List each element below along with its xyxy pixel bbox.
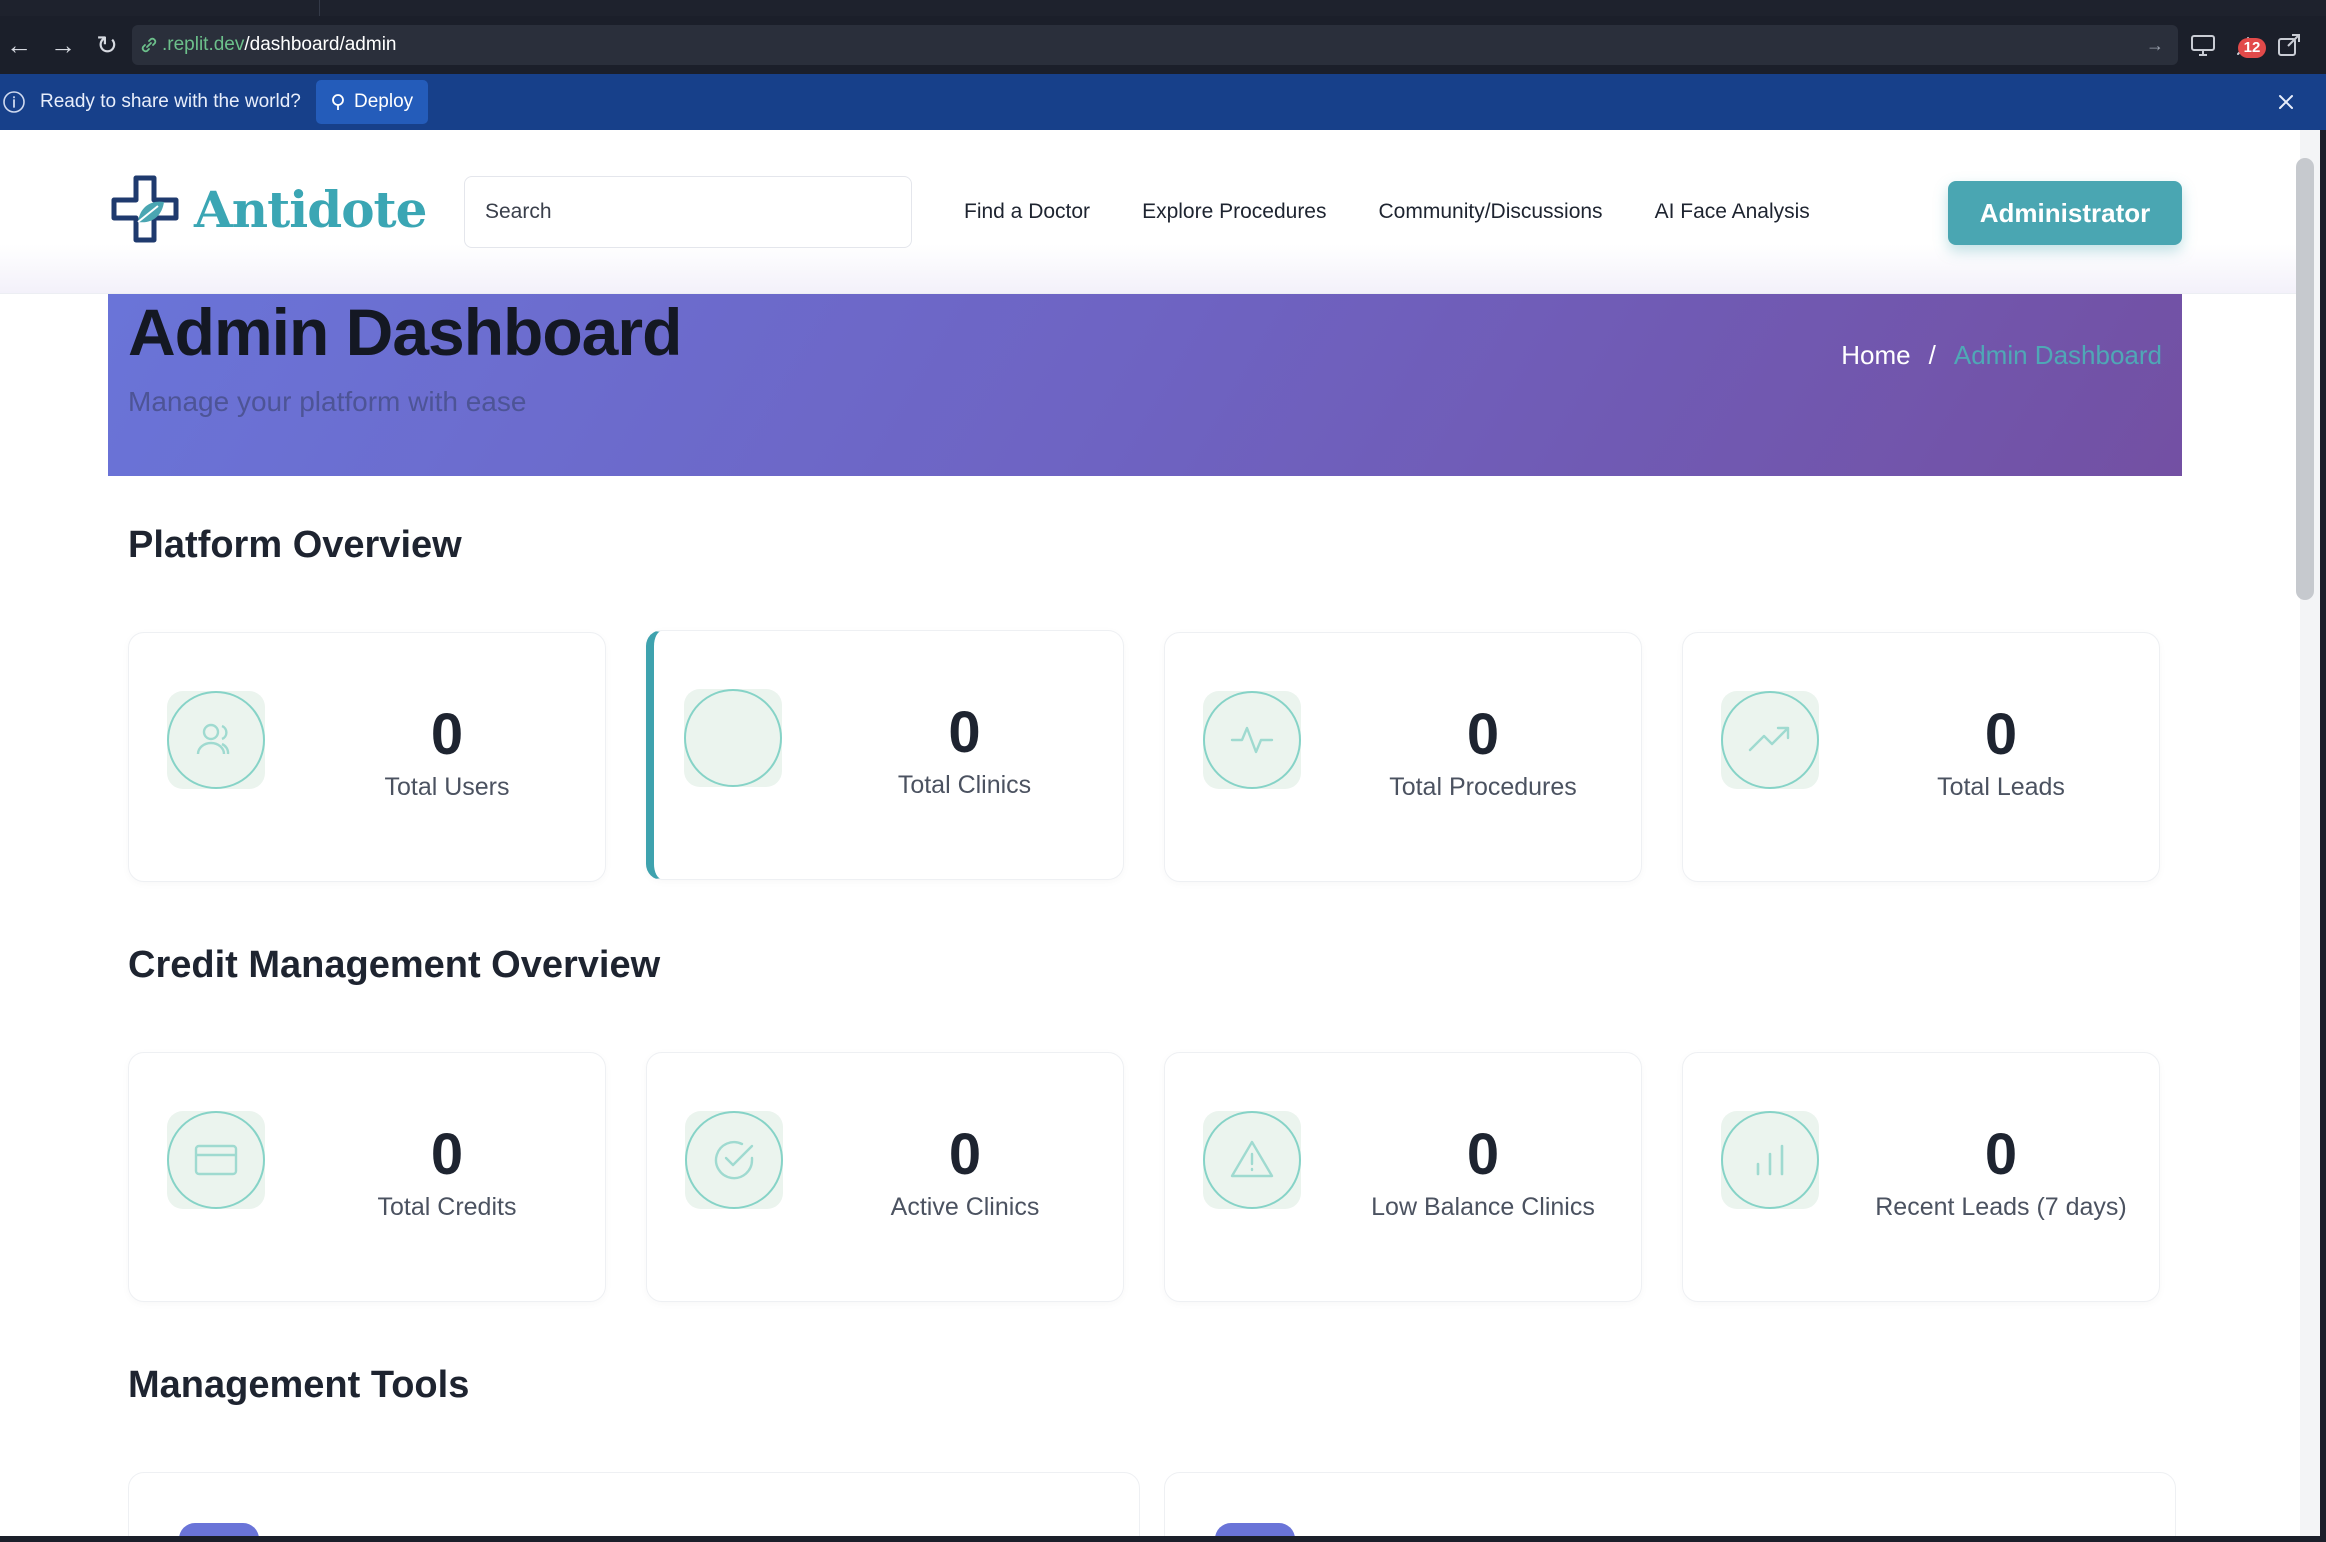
forward-icon[interactable]: → (46, 28, 80, 62)
stat-card-total-users[interactable]: 0 Total Users (128, 632, 606, 882)
window-edge (2320, 130, 2326, 1542)
url-text: .replit.dev/dashboard/admin (162, 25, 396, 65)
stat-label: Total Clinics (897, 771, 1032, 799)
stat-value: 0 (1984, 1122, 2018, 1187)
deploy-button[interactable]: Deploy (316, 80, 428, 124)
stat-label: Total Users (384, 773, 510, 801)
nav-community[interactable]: Community/Discussions (1379, 200, 1603, 224)
trending-up-icon (1748, 726, 1790, 752)
tool-card-user-clinic-management[interactable] (128, 1472, 1140, 1538)
browser-toolbar: ← → ↻ .replit.dev/dashboard/admin → 12 (0, 16, 2326, 74)
info-icon (3, 91, 25, 113)
breadcrumb-current: Admin Dashboard (1953, 340, 2162, 370)
page-title: Admin Dashboard (128, 295, 682, 369)
link-icon (141, 37, 157, 53)
platform-overview-title: Platform Overview (128, 524, 462, 566)
stat-value: 0 (1466, 1122, 1500, 1187)
nav-find-doctor[interactable]: Find a Doctor (964, 200, 1090, 224)
stat-label: Total Leads (1937, 773, 2065, 801)
stat-card-total-credits[interactable]: 0 Total Credits (128, 1052, 606, 1302)
logo-text: Antidote (194, 180, 427, 239)
bar-chart-icon (1756, 1144, 1784, 1176)
stat-value: 0 (1984, 702, 2018, 767)
breadcrumb: Home / Admin Dashboard (1841, 340, 2162, 371)
page-subtitle: Manage your platform with ease (128, 386, 527, 417)
close-icon[interactable] (2272, 88, 2300, 116)
alert-triangle-icon (1230, 1140, 1274, 1178)
stat-label: Recent Leads (7 days) (1875, 1193, 2127, 1221)
reload-icon[interactable]: ↻ (90, 28, 124, 62)
stat-value: 0 (1466, 702, 1500, 767)
administrator-button[interactable]: Administrator (1948, 181, 2182, 245)
deploy-button-label: Deploy (354, 91, 414, 112)
stat-label: Total Procedures (1389, 773, 1577, 801)
stat-value: 0 (948, 700, 981, 765)
breadcrumb-home[interactable]: Home (1841, 340, 1910, 370)
scrollbar-thumb[interactable] (2296, 158, 2314, 600)
card-icon-box (167, 1111, 265, 1209)
card-icon-box (1721, 1111, 1819, 1209)
deploy-icon (332, 94, 344, 110)
logo-cross-icon (111, 175, 179, 243)
browser-tab-strip (0, 0, 2326, 16)
nav-explore-procedures[interactable]: Explore Procedures (1142, 200, 1326, 224)
notification-badge: 12 (2238, 38, 2266, 58)
tool-card-content-management[interactable] (1164, 1472, 2176, 1538)
back-icon[interactable]: ← (2, 28, 36, 62)
deploy-banner: Ready to share with the world? Deploy (0, 74, 2326, 130)
url-path: /dashboard/admin (244, 34, 397, 55)
logo[interactable]: Antidote (108, 172, 427, 252)
stat-label: Active Clinics (890, 1193, 1040, 1221)
window-edge-bottom (0, 1536, 2326, 1542)
stat-value: 0 (948, 1122, 982, 1187)
search-input[interactable]: Search (464, 176, 912, 248)
card-icon-box (1203, 1111, 1301, 1209)
breadcrumb-separator: / (1928, 340, 1936, 370)
devices-icon[interactable] (2188, 30, 2218, 60)
address-bar[interactable]: .replit.dev/dashboard/admin → (132, 25, 2178, 65)
url-host: .replit.dev (162, 34, 245, 55)
stat-card-low-balance[interactable]: 0 Low Balance Clinics (1164, 1052, 1642, 1302)
management-tools-title: Management Tools (128, 1364, 470, 1406)
stat-card-total-leads[interactable]: 0 Total Leads (1682, 632, 2160, 882)
stat-value: 0 (430, 702, 464, 767)
site-header: Antidote Search Find a Doctor Explore Pr… (0, 130, 2300, 294)
credit-card-icon (194, 1144, 238, 1176)
main-nav: Find a Doctor Explore Procedures Communi… (964, 130, 1810, 294)
stat-label: Total Credits (377, 1193, 517, 1221)
users-icon (196, 723, 230, 755)
credit-overview-title: Credit Management Overview (128, 944, 661, 986)
browser-tab[interactable] (0, 0, 320, 16)
stat-card-active-clinics[interactable]: 0 Active Clinics (646, 1052, 1124, 1302)
card-icon-box (1721, 691, 1819, 789)
stat-label: Low Balance Clinics (1371, 1193, 1595, 1221)
stat-value: 0 (430, 1122, 464, 1187)
deploy-message: Ready to share with the world? (40, 91, 301, 112)
card-icon-box (167, 691, 265, 789)
card-icon-box (685, 1111, 783, 1209)
open-external-icon[interactable] (2274, 30, 2304, 60)
activity-icon (1230, 726, 1274, 754)
stat-card-total-procedures[interactable]: 0 Total Procedures (1164, 632, 1642, 882)
go-arrow-icon[interactable]: → (2146, 25, 2164, 65)
stat-card-total-clinics[interactable]: 0 Total Clinics (646, 630, 1124, 880)
nav-ai-face-analysis[interactable]: AI Face Analysis (1655, 200, 1810, 224)
card-icon-box (684, 689, 782, 787)
card-icon-box (1203, 691, 1301, 789)
check-circle-icon (714, 1140, 754, 1180)
page-viewport: Antidote Search Find a Doctor Explore Pr… (0, 130, 2300, 1538)
stat-card-recent-leads[interactable]: 0 Recent Leads (7 days) (1682, 1052, 2160, 1302)
clinic-icon (711, 716, 755, 760)
hero-banner: Admin Dashboard Manage your platform wit… (108, 294, 2182, 476)
